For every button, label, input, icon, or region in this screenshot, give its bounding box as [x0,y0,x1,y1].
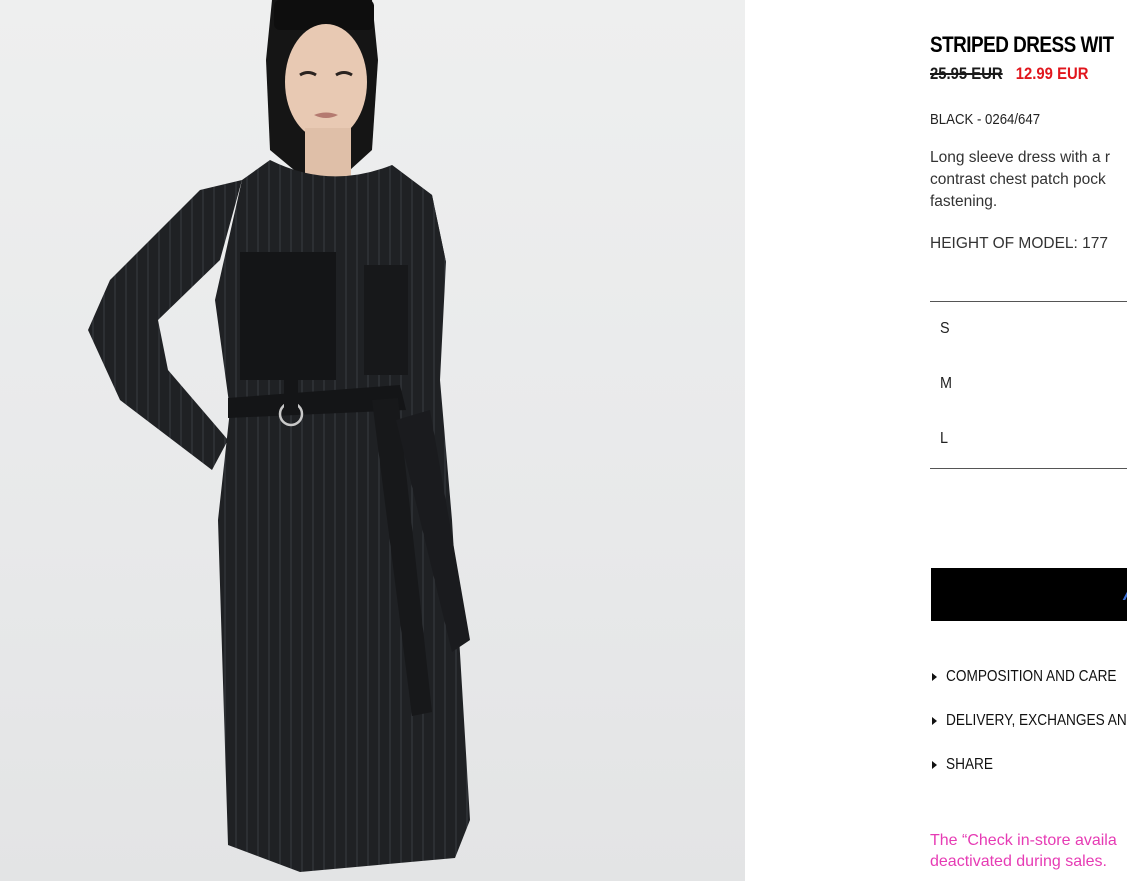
caret-right-icon [932,717,937,725]
size-selector: S M L [930,301,1127,469]
add-to-cart-label: A [1123,584,1127,605]
description-line: contrast chest patch pock [930,171,1106,188]
model-in-dress-illustration [88,0,470,872]
sale-price: 12.99 EUR [1015,65,1089,83]
product-image[interactable] [0,0,745,881]
accordion-label: DELIVERY, EXCHANGES AND [946,712,1127,729]
size-label: M [940,375,952,392]
price-block: 25.95 EUR 12.99 EUR [930,65,1088,84]
size-label: L [940,430,949,447]
store-availability-note: The “Check in-store availa deactivated d… [930,830,1117,872]
description-line: fastening. [930,193,998,210]
note-line: The “Check in-store availa [930,832,1117,849]
description-line: Long sleeve dress with a r [930,149,1111,166]
note-line: deactivated during sales. [930,853,1107,870]
product-title: STRIPED DRESS WIT [930,32,1114,57]
original-price: 25.95 EUR [930,65,1003,83]
size-option-s[interactable]: S [930,302,1127,357]
color-reference: BLACK - 0264/647 [930,111,1041,128]
caret-right-icon [932,673,937,681]
size-label: S [940,320,950,337]
add-to-cart-button[interactable]: A [931,568,1127,621]
model-height: HEIGHT OF MODEL: 177 [930,235,1109,252]
size-option-l[interactable]: L [930,412,1127,467]
product-info-panel: STRIPED DRESS WIT 25.95 EUR 12.99 EUR BL… [930,0,1127,881]
accordion-label: COMPOSITION AND CARE [946,668,1117,685]
accordion-label: SHARE [946,756,993,773]
product-description: Long sleeve dress with a r contrast ches… [930,147,1127,213]
caret-right-icon [932,761,937,769]
size-option-m[interactable]: M [930,357,1127,412]
